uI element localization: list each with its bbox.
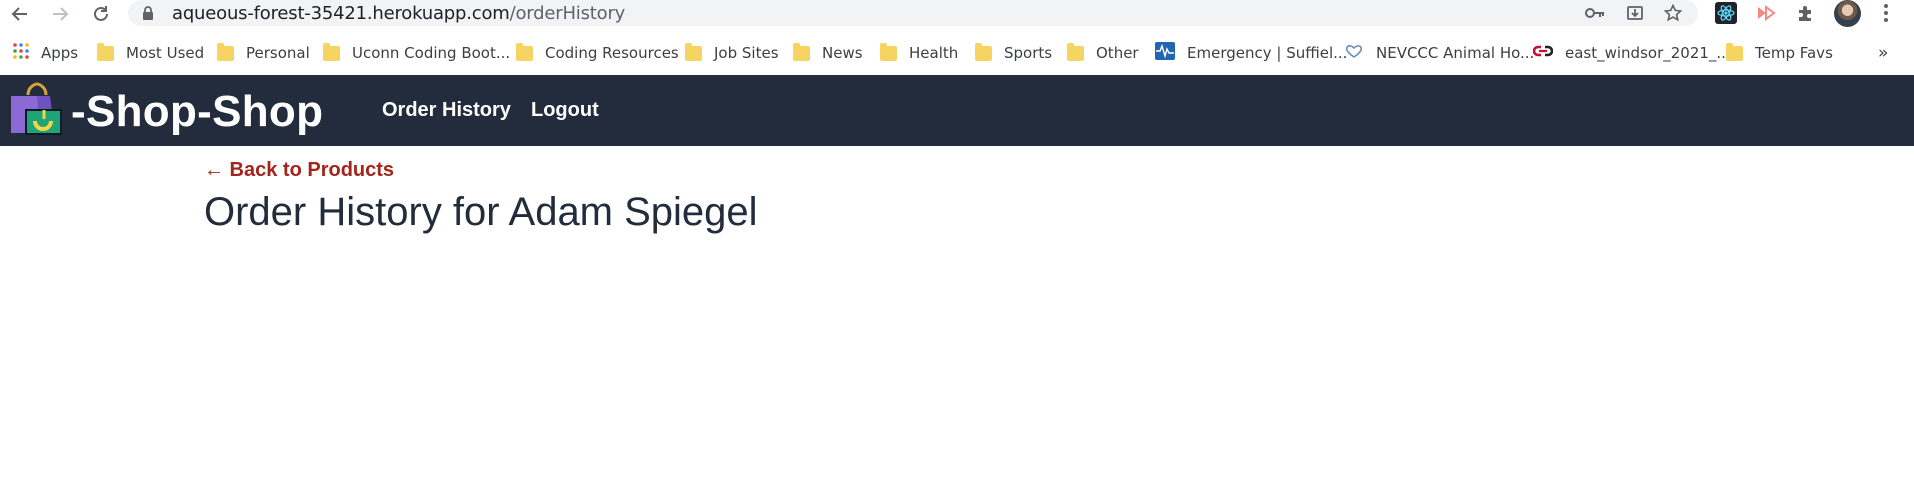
folder-icon [516, 42, 533, 61]
video-extension-icon[interactable] [1754, 1, 1778, 25]
url-text[interactable]: aqueous-forest-35421.herokuapp.com/order… [172, 3, 625, 24]
react-devtools-icon[interactable] [1714, 1, 1738, 25]
folder-icon [1067, 42, 1084, 61]
bookmark-label: Other [1096, 44, 1139, 62]
lock-icon[interactable] [142, 6, 154, 25]
nav-order-history-link[interactable]: Order History [382, 99, 511, 122]
bookmark-label: Job Sites [714, 44, 779, 62]
back-to-products-link[interactable]: ← Back to Products [204, 159, 394, 182]
more-bookmarks-button[interactable]: » [1878, 42, 1888, 64]
bookmark-label: Temp Favs [1755, 44, 1833, 62]
bookmark-uconn-coding-boot[interactable]: Uconn Coding Boot... [323, 42, 510, 64]
folder-icon [685, 42, 702, 61]
bookmark-health[interactable]: Health [880, 42, 958, 64]
bookmark-label: Emergency | Suffiel... [1187, 44, 1348, 62]
profile-avatar[interactable] [1834, 0, 1861, 27]
bookmark-label: News [822, 44, 863, 62]
folder-icon [793, 42, 810, 61]
url-path: /orderHistory [509, 3, 626, 24]
browser-toolbar: aqueous-forest-35421.herokuapp.com/order… [0, 0, 1914, 28]
bookmark-label: NEVCCC Animal Ho... [1376, 44, 1535, 62]
bookmark-emergency-suffield[interactable]: Emergency | Suffiel... [1155, 42, 1347, 64]
bookmark-label: Sports [1004, 44, 1053, 62]
bookmark-nevccc-animal[interactable]: NEVCCC Animal Ho... [1344, 42, 1534, 64]
folder-icon [975, 42, 992, 61]
puzzle-extensions-icon[interactable] [1794, 1, 1818, 25]
folder-icon [880, 42, 897, 61]
forward-arrow-icon[interactable] [48, 2, 72, 26]
key-icon[interactable] [1584, 3, 1606, 23]
bookmark-sports[interactable]: Sports [975, 42, 1052, 64]
bookmark-star-icon[interactable] [1662, 3, 1684, 23]
waveform-icon [1155, 42, 1175, 64]
shopping-bag-logo-icon [9, 81, 65, 142]
link-logo-icon [1532, 44, 1554, 62]
bookmarks-bar: Apps Most Used Personal Uconn Coding Boo… [0, 32, 1914, 72]
address-bar[interactable]: aqueous-forest-35421.herokuapp.com/order… [128, 0, 1698, 26]
back-arrow-icon[interactable] [8, 2, 32, 26]
bookmark-most-used[interactable]: Most Used [97, 42, 204, 64]
bookmark-apps[interactable]: Apps [13, 42, 78, 64]
bookmark-personal[interactable]: Personal [217, 42, 310, 64]
brand-title: -Shop-Shop [71, 86, 324, 136]
install-icon[interactable] [1624, 3, 1646, 23]
bookmark-east-windsor[interactable]: east_windsor_2021_... [1532, 42, 1731, 64]
page-title: Order History for Adam Spiegel [204, 190, 758, 234]
heart-hands-icon [1344, 43, 1364, 63]
bookmark-temp-favs[interactable]: Temp Favs [1726, 42, 1833, 64]
apps-grid-icon [13, 43, 29, 63]
bookmark-label: east_windsor_2021_... [1565, 44, 1731, 62]
bookmark-label: Health [909, 44, 959, 62]
url-host: aqueous-forest-35421.herokuapp.com [172, 3, 510, 24]
nav-logout-link[interactable]: Logout [531, 99, 599, 122]
brand[interactable]: -Shop-Shop [9, 81, 323, 142]
kebab-menu-icon[interactable] [1874, 1, 1898, 25]
bookmark-other[interactable]: Other [1067, 42, 1139, 64]
folder-icon [1726, 42, 1743, 61]
bookmark-label: Coding Resources [545, 44, 679, 62]
bookmark-label: Most Used [126, 44, 205, 62]
bookmark-job-sites[interactable]: Job Sites [685, 42, 779, 64]
bookmark-label: Personal [246, 44, 310, 62]
folder-icon [323, 42, 340, 61]
reload-icon[interactable] [89, 2, 113, 26]
bookmark-news[interactable]: News [793, 42, 863, 64]
bookmark-label: Uconn Coding Boot... [352, 44, 511, 62]
folder-icon [217, 42, 234, 61]
bookmark-coding-resources[interactable]: Coding Resources [516, 42, 679, 64]
app-header: -Shop-Shop Order History Logout [0, 75, 1914, 146]
bookmark-label: Apps [41, 44, 79, 62]
folder-icon [97, 42, 114, 61]
